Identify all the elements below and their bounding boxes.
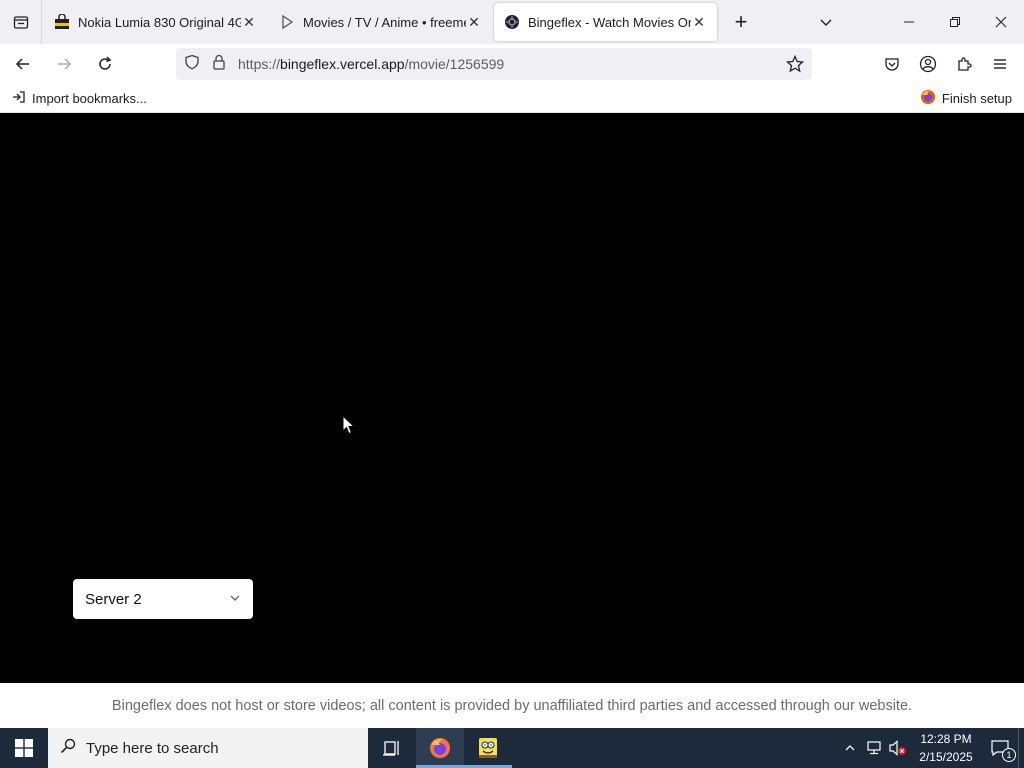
system-tray: 12:28 PM 2/15/2025 1 bbox=[838, 728, 1024, 768]
forward-arrow-icon[interactable] bbox=[46, 48, 82, 80]
tab-title: Nokia Lumia 830 Original 4G LTE bbox=[78, 14, 241, 30]
tab-bingeflex[interactable]: Bingeflex - Watch Movies Online ✕ bbox=[494, 3, 717, 41]
url-text[interactable]: https://bingeflex.vercel.app/movie/12565… bbox=[238, 56, 504, 72]
notification-count-badge: 1 bbox=[1002, 748, 1016, 762]
shield-icon[interactable] bbox=[184, 54, 200, 75]
bookmarks-bar: Import bookmarks... Finish setup bbox=[0, 84, 1024, 113]
close-icon[interactable] bbox=[978, 0, 1024, 44]
chevron-down-icon[interactable] bbox=[810, 0, 842, 44]
new-tab-plus-icon[interactable]: + bbox=[721, 0, 761, 44]
import-bookmarks-label: Import bookmarks... bbox=[32, 90, 147, 106]
close-tab-icon[interactable]: ✕ bbox=[691, 14, 707, 30]
tab-freemedia[interactable]: Movies / TV / Anime • freemedia ✕ bbox=[269, 3, 492, 41]
chevron-down-icon bbox=[229, 591, 241, 608]
pocket-icon[interactable] bbox=[874, 48, 910, 80]
notification-center-icon[interactable]: 1 bbox=[982, 728, 1018, 768]
close-tab-icon[interactable]: ✕ bbox=[466, 14, 482, 30]
tab-nokia[interactable]: Nokia Lumia 830 Original 4G LTE ✕ bbox=[44, 3, 267, 41]
url-bar[interactable]: https://bingeflex.vercel.app/movie/12565… bbox=[176, 48, 812, 80]
finish-setup-button[interactable]: Finish setup bbox=[920, 89, 1012, 108]
volume-muted-icon[interactable] bbox=[886, 728, 910, 768]
spongebob-app-icon[interactable] bbox=[464, 728, 512, 768]
back-arrow-icon[interactable] bbox=[5, 48, 41, 80]
navigation-bar: https://bingeflex.vercel.app/movie/12565… bbox=[0, 44, 1024, 84]
taskbar-clock[interactable]: 12:28 PM 2/15/2025 bbox=[910, 730, 982, 766]
clock-date: 2/15/2025 bbox=[919, 750, 973, 764]
tab-title: Bingeflex - Watch Movies Online bbox=[528, 14, 691, 30]
restore-icon[interactable] bbox=[932, 0, 978, 44]
disclaimer-footer: Bingeflex does not host or store videos;… bbox=[0, 683, 1024, 728]
menu-hamburger-icon[interactable] bbox=[982, 48, 1018, 80]
server-select[interactable]: Server 2 bbox=[73, 579, 253, 619]
taskbar-search-box[interactable]: Type here to search bbox=[48, 728, 368, 768]
tab-list-icon[interactable] bbox=[0, 0, 42, 44]
minimize-icon[interactable] bbox=[886, 0, 932, 44]
network-icon[interactable] bbox=[862, 728, 886, 768]
reload-icon[interactable] bbox=[87, 48, 123, 80]
bookmark-star-icon[interactable] bbox=[785, 54, 805, 78]
search-icon bbox=[60, 738, 76, 758]
play-icon bbox=[279, 14, 295, 30]
import-icon bbox=[12, 90, 26, 107]
mouse-cursor-icon bbox=[342, 414, 356, 440]
task-view-icon[interactable] bbox=[368, 728, 416, 768]
toolbar-right bbox=[874, 44, 1018, 84]
account-icon[interactable] bbox=[910, 48, 946, 80]
finish-setup-label: Finish setup bbox=[941, 90, 1012, 106]
video-player-area[interactable]: Server 2 bbox=[0, 113, 1024, 683]
bingeflex-icon bbox=[504, 14, 520, 30]
close-tab-icon[interactable]: ✕ bbox=[241, 14, 257, 30]
show-desktop-button[interactable] bbox=[1018, 728, 1024, 768]
tab-bar: Nokia Lumia 830 Original 4G LTE ✕ Movies… bbox=[0, 0, 1024, 44]
windows-taskbar: Type here to search 12:28 PM 2/15/2025 1 bbox=[0, 728, 1024, 768]
url-path: /movie/1256599 bbox=[404, 56, 505, 72]
windows-start-icon[interactable] bbox=[0, 728, 48, 768]
firefox-icon bbox=[920, 89, 936, 108]
clock-time: 12:28 PM bbox=[920, 732, 972, 746]
chevron-up-icon[interactable] bbox=[838, 728, 862, 768]
window-controls bbox=[886, 0, 1024, 44]
extensions-icon[interactable] bbox=[946, 48, 982, 80]
url-scheme: https:// bbox=[238, 56, 281, 72]
search-placeholder: Type here to search bbox=[86, 739, 219, 757]
lock-icon[interactable] bbox=[212, 54, 226, 75]
disclaimer-text: Bingeflex does not host or store videos;… bbox=[111, 697, 913, 714]
import-bookmarks-button[interactable]: Import bookmarks... bbox=[12, 90, 147, 107]
server-select-value: Server 2 bbox=[85, 590, 142, 608]
firefox-taskbar-icon[interactable] bbox=[416, 728, 464, 768]
shopping-bag-icon bbox=[54, 14, 70, 30]
tab-title: Movies / TV / Anime • freemedia bbox=[303, 14, 466, 30]
url-domain: bingeflex.vercel.app bbox=[280, 56, 405, 72]
